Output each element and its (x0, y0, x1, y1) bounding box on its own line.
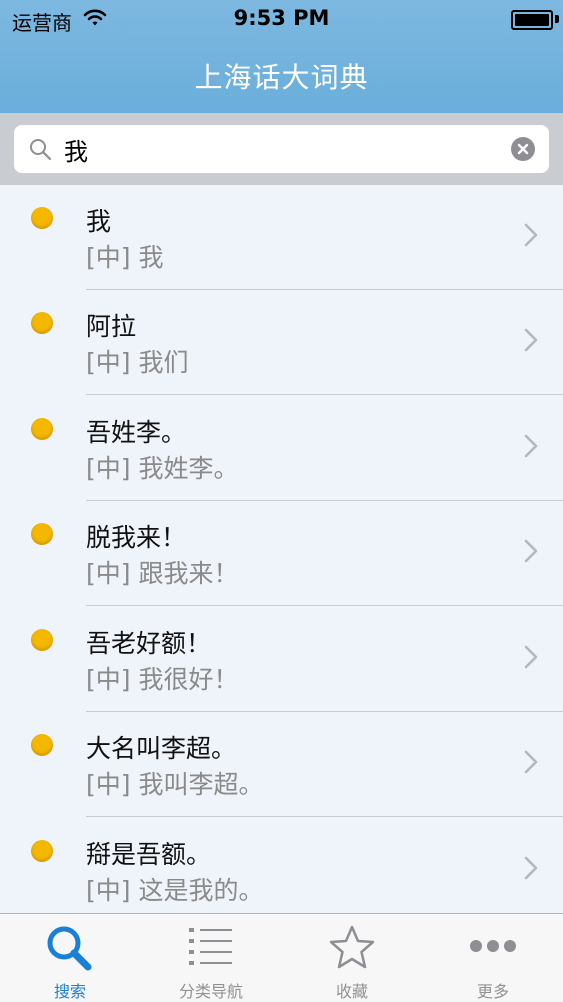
chevron-right-icon (524, 856, 538, 884)
status-bar: 运营商 9:53 PM (0, 0, 563, 38)
tab-label: 搜索 (53, 982, 86, 1001)
search-field[interactable] (14, 125, 549, 173)
entry-shanghainese: 搿是吾额。 (86, 840, 212, 869)
entry-mandarin: [中] 我很好！ (86, 665, 239, 694)
chevron-right-icon (524, 434, 538, 462)
list-item[interactable]: 我 [中] 我 (0, 185, 563, 290)
bullet-icon (31, 312, 53, 334)
entry-shanghainese: 吾老好额！ (86, 629, 212, 658)
list-item[interactable]: 脱我来！ [中] 跟我来！ (0, 501, 563, 606)
row-separator (86, 394, 563, 395)
entry-mandarin: [中] 我叫李超。 (86, 770, 264, 799)
chevron-right-icon (524, 223, 538, 251)
tab-label: 收藏 (335, 982, 368, 1001)
bullet-icon (31, 523, 53, 545)
bullet-icon (31, 207, 53, 229)
tab-more[interactable]: 更多 (423, 914, 563, 1001)
navigation-header: 运营商 9:53 PM 上海话大词典 (0, 0, 563, 113)
entry-mandarin: [中] 我 (86, 243, 164, 272)
chevron-right-icon (524, 750, 538, 778)
chevron-right-icon (524, 645, 538, 673)
list-item[interactable]: 吾姓李。 [中] 我姓李。 (0, 396, 563, 501)
bullet-icon (31, 418, 53, 440)
bullet-icon (31, 734, 53, 756)
row-separator (86, 605, 563, 606)
list-item[interactable]: 阿拉 [中] 我们 (0, 290, 563, 395)
list-item[interactable]: 吾老好额！ [中] 我很好！ (0, 607, 563, 712)
chevron-right-icon (524, 539, 538, 567)
entry-mandarin: [中] 我姓李。 (86, 454, 239, 483)
battery-tip (555, 15, 559, 23)
entry-shanghainese: 大名叫李超。 (86, 734, 237, 763)
entry-shanghainese: 脱我来！ (86, 523, 187, 552)
page-title: 上海话大词典 (194, 61, 369, 94)
search-input[interactable] (64, 125, 504, 173)
tab-search[interactable]: 搜索 (0, 914, 140, 1001)
tab-categories[interactable]: 分类导航 (141, 914, 281, 1001)
bullet-icon (31, 840, 53, 862)
list-icon (187, 924, 235, 972)
entry-shanghainese: 我 (86, 207, 112, 236)
chevron-right-icon (524, 328, 538, 356)
status-time: 9:53 PM (233, 6, 330, 30)
tab-label: 分类导航 (178, 982, 243, 1001)
tab-favorites[interactable]: 收藏 (282, 914, 422, 1001)
entry-shanghainese: 吾姓李。 (86, 418, 187, 447)
entry-mandarin: [中] 我们 (86, 348, 189, 377)
search-bar (0, 113, 563, 185)
entry-mandarin: [中] 跟我来！ (86, 559, 239, 588)
entry-mandarin: [中] 这是我的。 (86, 876, 264, 905)
more-icon (468, 924, 518, 972)
search-icon (28, 137, 52, 165)
row-separator (86, 816, 563, 817)
entry-shanghainese: 阿拉 (86, 312, 137, 341)
list-item[interactable]: 大名叫李超。 [中] 我叫李超。 (0, 712, 563, 817)
star-icon (328, 924, 376, 974)
bullet-icon (31, 629, 53, 651)
battery-icon (511, 10, 553, 30)
list-item[interactable]: 搿是吾额。 [中] 这是我的。 (0, 818, 563, 913)
tab-label: 更多 (476, 982, 509, 1001)
results-list: 我 [中] 我 阿拉 [中] 我们 吾姓李。 [中] 我姓李。 脱我来！ [中]… (0, 185, 563, 913)
tab-bar: 搜索 分类导航 收藏 更多 (0, 913, 563, 1001)
clear-search-icon[interactable] (511, 137, 535, 161)
search-icon (44, 924, 96, 978)
